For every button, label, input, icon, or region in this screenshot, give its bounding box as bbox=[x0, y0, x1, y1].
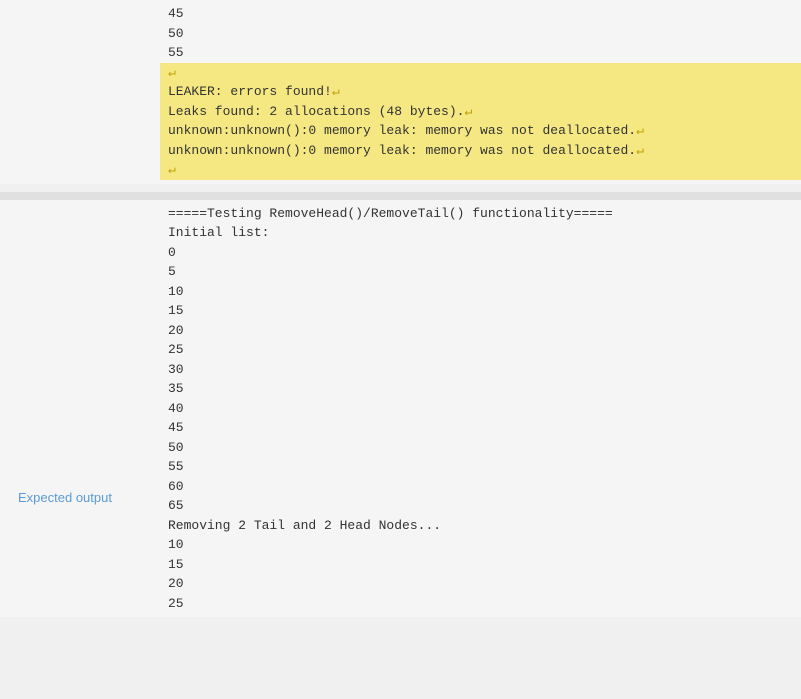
line-25b: 25 bbox=[160, 594, 801, 614]
line-removing: Removing 2 Tail and 2 Head Nodes... bbox=[160, 516, 801, 536]
page-container: 45 50 55 ↵ LEAKER: errors found!↵ Leaks … bbox=[0, 0, 801, 699]
expected-output-label: Expected output bbox=[18, 490, 112, 505]
top-section: 45 50 55 ↵ LEAKER: errors found!↵ Leaks … bbox=[0, 0, 801, 184]
line-return-2: ↵ bbox=[160, 160, 801, 180]
line-10: 10 bbox=[160, 282, 801, 302]
line-35: 35 bbox=[160, 379, 801, 399]
line-5: 5 bbox=[160, 262, 801, 282]
line-15: 15 bbox=[160, 301, 801, 321]
line-initial-list: Initial list: bbox=[160, 223, 801, 243]
line-50: 50 bbox=[160, 24, 801, 44]
line-15b: 15 bbox=[160, 555, 801, 575]
bottom-section: Expected output =====Testing RemoveHead(… bbox=[0, 200, 801, 618]
line-60: 60 bbox=[160, 477, 801, 497]
top-code-block: 45 50 55 ↵ LEAKER: errors found!↵ Leaks … bbox=[160, 4, 801, 180]
line-testing-header: =====Testing RemoveHead()/RemoveTail() f… bbox=[160, 204, 801, 224]
line-leaker: LEAKER: errors found!↵ bbox=[160, 82, 801, 102]
line-55: 55 bbox=[160, 43, 801, 63]
line-10b: 10 bbox=[160, 535, 801, 555]
line-55b: 55 bbox=[160, 457, 801, 477]
line-20b: 20 bbox=[160, 574, 801, 594]
line-20: 20 bbox=[160, 321, 801, 341]
line-45: 45 bbox=[160, 4, 801, 24]
line-memory-leak-2: unknown:unknown():0 memory leak: memory … bbox=[160, 141, 801, 161]
line-0: 0 bbox=[160, 243, 801, 263]
line-leaks-found: Leaks found: 2 allocations (48 bytes).↵ bbox=[160, 102, 801, 122]
line-50b: 50 bbox=[160, 438, 801, 458]
line-40: 40 bbox=[160, 399, 801, 419]
line-return-1: ↵ bbox=[160, 63, 801, 83]
line-65: 65 bbox=[160, 496, 801, 516]
line-25: 25 bbox=[160, 340, 801, 360]
line-45b: 45 bbox=[160, 418, 801, 438]
separator bbox=[0, 192, 801, 200]
line-30: 30 bbox=[160, 360, 801, 380]
line-memory-leak-1: unknown:unknown():0 memory leak: memory … bbox=[160, 121, 801, 141]
bottom-code-block: =====Testing RemoveHead()/RemoveTail() f… bbox=[160, 204, 801, 614]
